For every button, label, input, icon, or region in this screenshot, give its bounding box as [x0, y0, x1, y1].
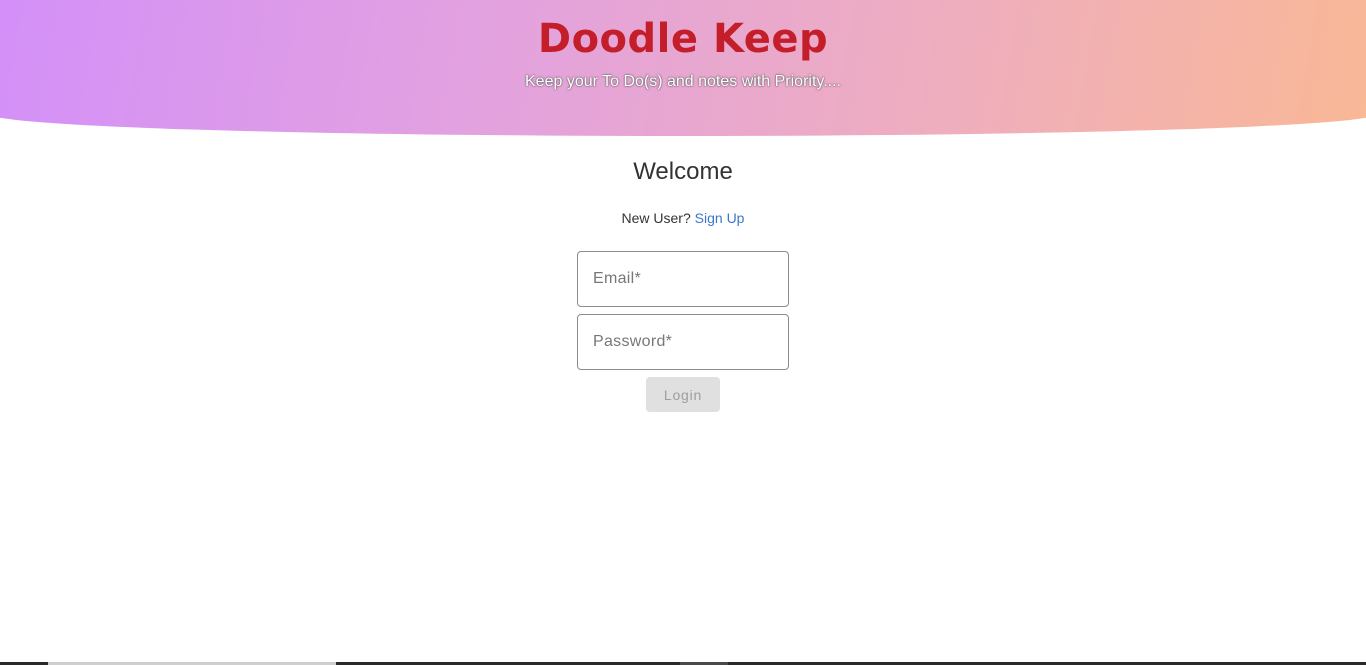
welcome-heading: Welcome	[633, 158, 733, 185]
new-user-text: New User?	[621, 210, 691, 226]
signup-prompt: New User? Sign Up	[0, 209, 1366, 227]
page: Doodle Keep Keep your To Do(s) and notes…	[0, 0, 1366, 665]
signup-link[interactable]: Sign Up	[695, 210, 745, 226]
password-field[interactable]	[578, 315, 788, 369]
app-tagline: Keep your To Do(s) and notes with Priori…	[525, 73, 841, 90]
app-title: Doodle Keep	[537, 16, 829, 62]
login-button[interactable]: Login	[646, 377, 720, 412]
email-field-container	[577, 251, 789, 307]
password-field-container	[577, 314, 789, 370]
email-field[interactable]	[578, 252, 788, 306]
